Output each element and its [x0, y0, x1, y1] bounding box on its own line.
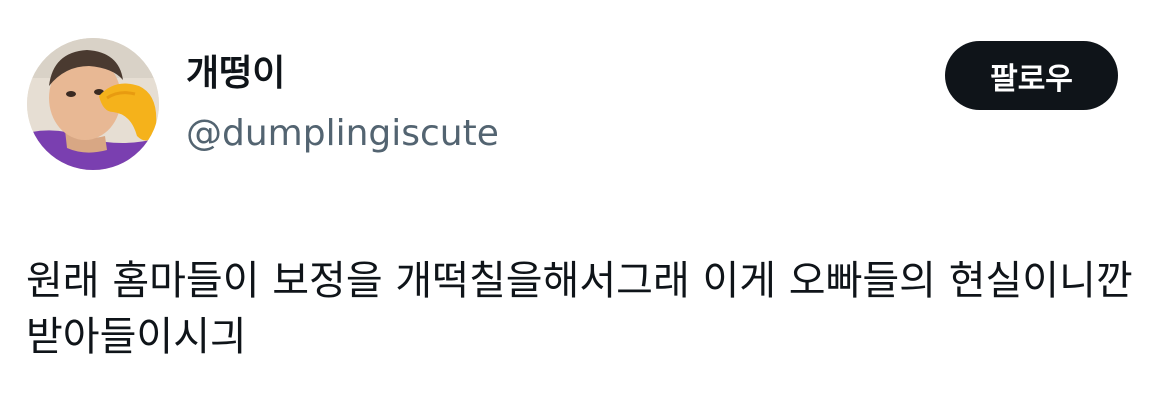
avatar[interactable] [27, 38, 159, 170]
follow-button[interactable]: 팔로우 [945, 41, 1118, 110]
author-handle[interactable]: @dumplingiscute [186, 110, 499, 158]
tweet-text: 원래 홈마들이 보정을 개떡칠을해서그래 이게 오빠들의 현실이니깐 받아들이시… [26, 258, 1133, 360]
author-display-name[interactable]: 개떵이 [186, 50, 285, 98]
avatar-photo-icon [27, 38, 159, 170]
